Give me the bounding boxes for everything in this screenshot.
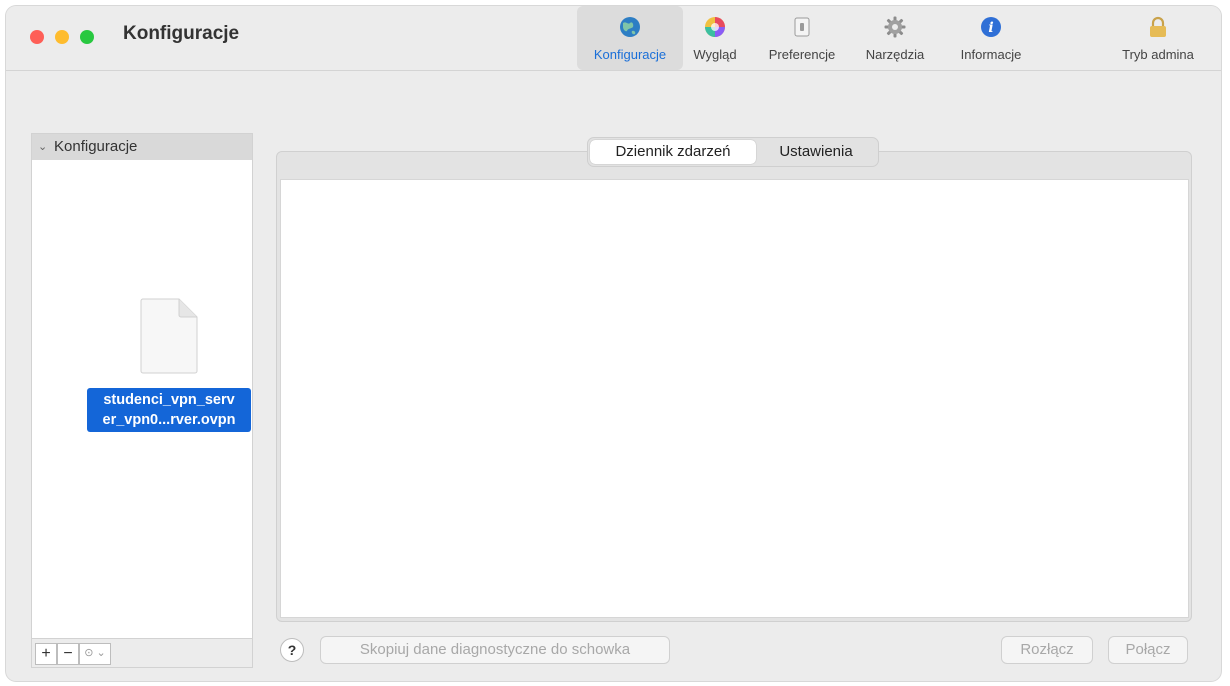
toolbar-narzedzia[interactable]: Narzędzia xyxy=(855,6,935,70)
sidebar-header-label: Konfiguracje xyxy=(54,138,138,155)
toolbar-label: Informacje xyxy=(960,47,1022,62)
color-wheel-icon xyxy=(705,17,725,37)
gear-icon xyxy=(884,16,906,38)
log-content-area[interactable] xyxy=(280,179,1189,618)
sidebar-bottom-bar: + − ⊙ ⌄ xyxy=(32,638,252,667)
toolbar-label: Preferencje xyxy=(768,47,836,62)
remove-config-button[interactable]: − xyxy=(57,643,79,665)
more-actions-button[interactable]: ⊙ ⌄ xyxy=(79,643,111,665)
sidebar-section-header[interactable]: ⌄ Konfiguracje xyxy=(32,134,252,160)
config-file-label[interactable]: studenci_vpn_serv er_vpn0...rver.ovpn xyxy=(87,388,251,432)
switch-icon xyxy=(794,17,810,37)
globe-icon xyxy=(620,17,640,37)
minimize-window-button[interactable] xyxy=(55,30,69,44)
copy-diagnostics-button[interactable]: Skopiuj dane diagnostyczne do schowka xyxy=(320,636,670,664)
toolbar-preferencje[interactable]: Preferencje xyxy=(759,6,845,70)
disconnect-button[interactable]: Rozłącz xyxy=(1001,636,1093,664)
connect-button[interactable]: Połącz xyxy=(1108,636,1188,664)
toolbar-label: Narzędzia xyxy=(865,47,925,62)
window-title: Konfiguracje xyxy=(123,23,240,44)
toolbar-wyglad[interactable]: Wygląd xyxy=(685,6,745,70)
tab-control: Dziennik zdarzeń Ustawienia xyxy=(587,137,879,167)
document-icon[interactable] xyxy=(139,297,199,375)
close-window-button[interactable] xyxy=(30,30,44,44)
toolbar-label: Tryb admina xyxy=(1122,47,1194,62)
config-file-name-line2: er_vpn0...rver.ovpn xyxy=(102,412,236,428)
toolbar-admin-mode[interactable]: Tryb admina xyxy=(1111,6,1205,70)
add-config-button[interactable]: + xyxy=(35,643,57,665)
toolbar-informacje[interactable]: i Informacje xyxy=(946,6,1036,70)
tab-settings[interactable]: Ustawienia xyxy=(758,140,874,164)
app-window: Konfiguracje Konfiguracje Wygląd Prefere… xyxy=(6,6,1221,681)
tab-log[interactable]: Dziennik zdarzeń xyxy=(590,140,756,164)
titlebar: Konfiguracje Konfiguracje Wygląd Prefere… xyxy=(6,6,1221,71)
help-button[interactable]: ? xyxy=(280,638,304,662)
lock-icon xyxy=(1150,16,1166,37)
chevron-down-icon: ⌄ xyxy=(38,141,48,153)
toolbar-label: Konfiguracje xyxy=(593,47,667,62)
log-panel xyxy=(276,151,1192,622)
info-icon: i xyxy=(981,17,1001,37)
toolbar-label: Wygląd xyxy=(693,47,737,62)
config-file-name-line1: studenci_vpn_serv xyxy=(103,392,235,408)
configurations-sidebar: ⌄ Konfiguracje studenci_vpn_serv er_vpn0… xyxy=(31,133,253,668)
svg-text:i: i xyxy=(988,20,993,36)
toolbar-konfiguracje[interactable]: Konfiguracje xyxy=(577,6,683,70)
zoom-window-button[interactable] xyxy=(80,30,94,44)
